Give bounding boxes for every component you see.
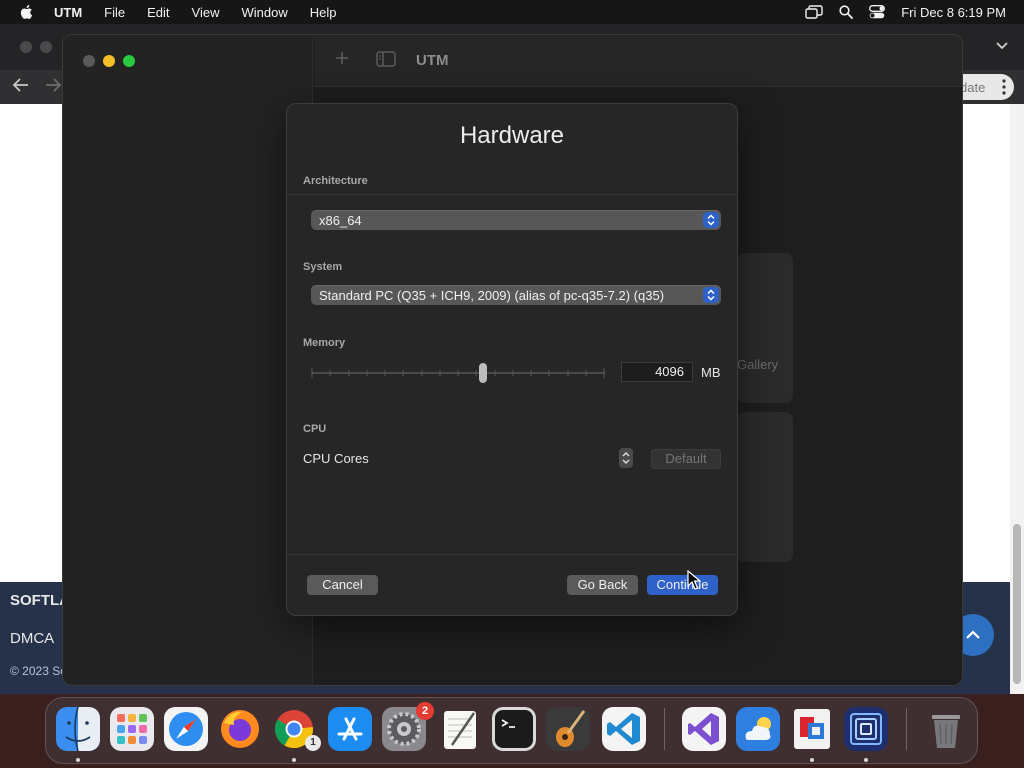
cpu-default-button[interactable]: Default: [651, 449, 721, 469]
back-arrow-icon[interactable]: [12, 78, 30, 92]
dock-icloud-icon[interactable]: [736, 707, 780, 751]
minimize-window-button[interactable]: [103, 55, 115, 67]
running-indicator: [76, 758, 80, 762]
cpu-cores-stepper[interactable]: [619, 448, 633, 468]
window-traffic-lights: [83, 55, 135, 67]
dock-app-store-icon[interactable]: [328, 707, 372, 751]
menu-help[interactable]: Help: [299, 5, 348, 20]
dock-safari-icon[interactable]: [164, 707, 208, 751]
popup-chevrons-icon: [703, 287, 719, 303]
cancel-button[interactable]: Cancel: [307, 575, 378, 595]
utm-sidebar: [63, 35, 313, 685]
update-label: date: [960, 79, 986, 95]
dock-textedit-icon[interactable]: [438, 707, 482, 751]
memory-input[interactable]: 4096: [621, 362, 693, 382]
browser-traffic-lights: [20, 41, 52, 53]
screen-mirroring-icon[interactable]: [805, 5, 823, 19]
memory-unit: MB: [701, 365, 721, 380]
more-vert-icon[interactable]: [1002, 79, 1006, 95]
hardware-sheet: Hardware Architecture x86_64 System Stan…: [286, 103, 738, 616]
control-center-icon[interactable]: [869, 5, 886, 19]
utm-titlebar: UTM: [314, 35, 962, 87]
system-settings-badge: 2: [416, 702, 434, 720]
dock-launchpad-icon[interactable]: [110, 707, 154, 751]
chevron-down-icon[interactable]: [996, 42, 1008, 50]
utm-window-title: UTM: [416, 52, 449, 69]
memory-slider-knob[interactable]: [479, 363, 487, 383]
dock-garageband-icon[interactable]: [546, 707, 590, 751]
cpu-label: CPU: [303, 423, 327, 435]
menu-window[interactable]: Window: [230, 5, 298, 20]
running-indicator: [810, 758, 814, 762]
architecture-divider: [287, 194, 737, 195]
system-label: System: [303, 261, 343, 273]
background-card[interactable]: [737, 412, 793, 562]
memory-slider-ticks: [311, 368, 605, 378]
cpu-cores-label: CPU Cores: [303, 451, 369, 466]
system-select[interactable]: Standard PC (Q35 + ICH9, 2009) (alias of…: [311, 285, 721, 305]
chrome-badge: 1: [305, 735, 321, 751]
dock-separator: [906, 708, 907, 750]
go-back-button[interactable]: Go Back: [567, 575, 638, 595]
browser-nav: [12, 78, 62, 92]
popup-chevrons-icon: [703, 212, 719, 228]
architecture-value: x86_64: [319, 212, 362, 228]
mouse-cursor-icon: [687, 570, 701, 590]
running-indicator: [292, 758, 296, 762]
forward-arrow-icon[interactable]: [44, 78, 62, 92]
continue-button[interactable]: Continue: [647, 575, 718, 595]
dock-utm-icon[interactable]: [844, 707, 888, 751]
gallery-card[interactable]: Gallery: [737, 253, 793, 403]
page-scroll-thumb[interactable]: [1013, 524, 1021, 684]
gallery-card-label: Gallery: [737, 357, 779, 372]
menu-app-name[interactable]: UTM: [50, 5, 93, 20]
dock-trash-icon[interactable]: [924, 707, 968, 751]
system-value: Standard PC (Q35 + ICH9, 2009) (alias of…: [319, 287, 665, 303]
memory-label: Memory: [303, 337, 346, 349]
menu-bar: UTM File Edit View Window Help Fri Dec 8…: [0, 0, 1024, 24]
sidebar-toggle-icon[interactable]: [376, 51, 396, 67]
running-indicator: [864, 758, 868, 762]
dock-firefox-icon[interactable]: [218, 707, 262, 751]
footer-site-title: SOFTLA: [10, 592, 70, 609]
dock-visual-studio-icon[interactable]: [682, 707, 726, 751]
dock-separator: [664, 708, 665, 750]
sheet-footer-divider: [287, 554, 737, 555]
add-vm-icon[interactable]: [334, 50, 350, 66]
chevron-up-icon: [966, 630, 980, 639]
menu-edit[interactable]: Edit: [136, 5, 180, 20]
apple-logo-icon[interactable]: [18, 3, 36, 21]
sheet-title: Hardware: [459, 122, 565, 149]
menu-view[interactable]: View: [181, 5, 231, 20]
dock-terminal-icon[interactable]: [492, 707, 536, 751]
menu-clock[interactable]: Fri Dec 8 6:19 PM: [901, 5, 1006, 20]
dock-parallels-icon[interactable]: [790, 707, 834, 751]
architecture-label: Architecture: [303, 175, 368, 187]
dock: 1 2: [45, 697, 978, 764]
menu-file[interactable]: File: [93, 5, 136, 20]
dock-finder-icon[interactable]: [56, 707, 100, 751]
spotlight-search-icon[interactable]: [839, 5, 854, 19]
architecture-select[interactable]: x86_64: [311, 210, 721, 230]
zoom-window-button[interactable]: [123, 55, 135, 67]
dock-vscode-icon[interactable]: [602, 707, 646, 751]
close-window-button[interactable]: [83, 55, 95, 67]
footer-dmca-link[interactable]: DMCA: [10, 630, 54, 647]
